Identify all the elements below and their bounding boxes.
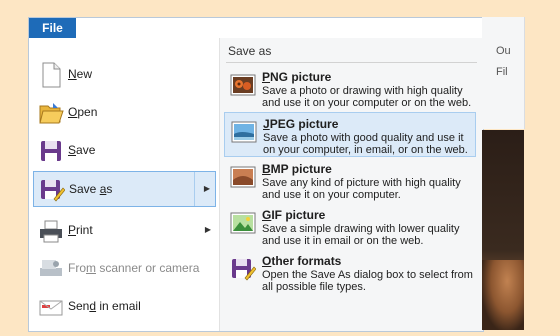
submenu-title: Save as <box>228 44 272 58</box>
ribbon-tab-strip <box>76 18 483 39</box>
ribbon-partial: Ou Fil <box>482 17 525 129</box>
menu-item-print[interactable]: Print ▶ <box>33 213 216 249</box>
save-as-other-formats[interactable]: Other formats Open the Save As dialog bo… <box>224 250 476 295</box>
menu-item-scanner: From scanner or camera <box>33 251 216 287</box>
save-as-png[interactable]: PNG picture Save a photo or drawing with… <box>224 66 476 111</box>
photo-detail <box>482 260 524 330</box>
other-formats-icon <box>230 256 257 282</box>
submenu-arrow-icon[interactable]: ▶ <box>205 225 211 234</box>
save-as-jpeg[interactable]: JPEG picture Save a photo with good qual… <box>224 112 476 157</box>
jpeg-picture-icon <box>231 119 257 145</box>
menu-item-send-email[interactable]: Send in email <box>33 289 216 325</box>
menu-item-open[interactable]: Open <box>33 95 216 131</box>
bmp-picture-icon <box>230 164 256 190</box>
save-as-submenu: Save as PNG picture Save a photo or draw… <box>220 38 483 331</box>
file-tab[interactable]: File <box>29 18 76 38</box>
printer-icon <box>38 218 64 244</box>
divider <box>226 62 477 63</box>
open-folder-icon <box>38 100 64 126</box>
save-disk-icon <box>38 138 64 164</box>
ribbon-fill-item[interactable]: Fil <box>496 66 508 78</box>
split-divider <box>194 172 195 206</box>
menu-item-save[interactable]: Save <box>33 133 216 169</box>
gif-picture-icon <box>230 210 256 236</box>
file-menu-left-pane: New Open Save Save as ▶ Print ▶ From sca… <box>29 38 220 331</box>
menu-item-new[interactable]: New <box>33 57 216 93</box>
submenu-arrow-icon[interactable]: ▶ <box>204 184 210 193</box>
ribbon-outline-item[interactable]: Ou <box>496 45 511 57</box>
paint-window: File New Open Save Save as ▶ Print ▶ Fro… <box>28 17 484 332</box>
email-icon <box>38 294 64 320</box>
save-as-bmp[interactable]: BMP picture Save any kind of picture wit… <box>224 158 476 203</box>
menu-item-save-as[interactable]: Save as ▶ <box>33 171 216 207</box>
new-document-icon <box>38 62 64 88</box>
scanner-icon <box>38 256 64 282</box>
canvas-photo <box>482 130 524 330</box>
save-as-icon <box>39 177 66 203</box>
png-picture-icon <box>230 72 256 98</box>
save-as-gif[interactable]: GIF picture Save a simple drawing with l… <box>224 204 476 249</box>
